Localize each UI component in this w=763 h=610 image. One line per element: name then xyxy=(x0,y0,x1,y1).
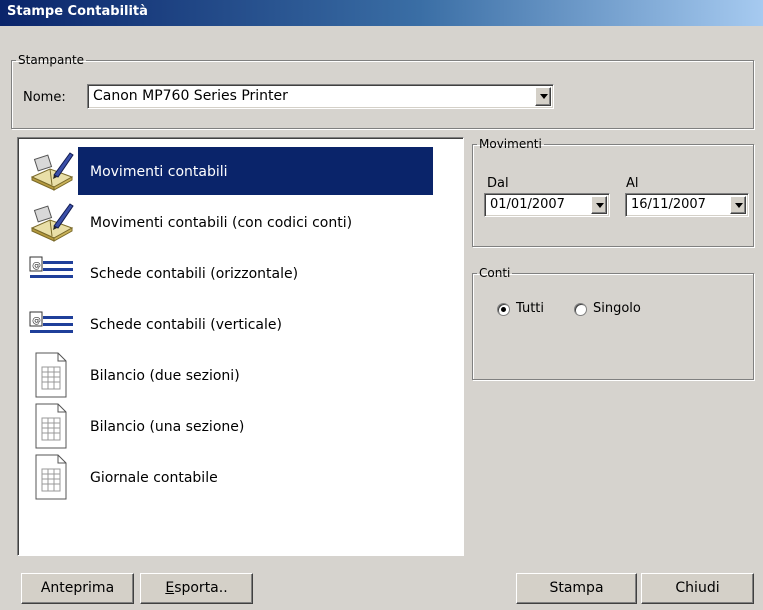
movimenti-group-label: Movimenti xyxy=(479,137,542,151)
list-item-bilancio-due-sezioni[interactable]: Bilancio (due sezioni) xyxy=(28,351,458,399)
close-button[interactable]: Chiudi xyxy=(641,573,754,604)
list-item-label: Movimenti contabili (con codici conti) xyxy=(90,215,353,231)
ledger-book-icon xyxy=(30,203,74,242)
print-button[interactable]: Stampa xyxy=(516,573,637,604)
svg-text:@: @ xyxy=(32,316,41,326)
preview-button-label: Anteprima xyxy=(40,580,115,596)
printer-select[interactable]: Canon MP760 Series Printer xyxy=(87,84,554,109)
print-button-label: Stampa xyxy=(549,580,604,596)
list-item-label: Bilancio (una sezione) xyxy=(90,419,245,435)
document-icon xyxy=(35,352,67,398)
from-date-label: Dal xyxy=(487,176,509,191)
printer-group-label: Stampante xyxy=(18,53,85,67)
chevron-down-icon[interactable] xyxy=(730,196,746,214)
to-date-picker[interactable]: 16/11/2007 xyxy=(625,193,749,217)
to-date-label: Al xyxy=(626,176,639,191)
list-item-schede-verticale[interactable]: @ Schede contabili (verticale) xyxy=(28,300,458,348)
export-accelerator: E xyxy=(165,580,175,596)
printer-name-label: Nome: xyxy=(23,90,66,105)
from-date-picker[interactable]: 01/01/2007 xyxy=(484,193,610,217)
conti-group-label: Conti xyxy=(479,266,511,280)
account-card-icon: @ xyxy=(29,256,73,278)
radio-singolo-label[interactable]: Singolo xyxy=(593,301,641,316)
radio-singolo[interactable] xyxy=(574,303,587,316)
radio-tutti[interactable] xyxy=(497,303,510,316)
movimenti-group: Movimenti xyxy=(472,137,754,247)
from-date-value: 01/01/2007 xyxy=(490,197,565,212)
list-item-movimenti-contabili-codici[interactable]: Movimenti contabili (con codici conti) xyxy=(28,198,458,246)
document-icon xyxy=(35,454,67,500)
window-title: Stampe Contabilità xyxy=(7,4,148,19)
export-button-label: sporta.. xyxy=(174,580,228,596)
chevron-down-icon[interactable] xyxy=(591,196,607,214)
title-bar: Stampe Contabilità xyxy=(0,0,763,26)
list-item-label: Movimenti contabili xyxy=(90,164,228,180)
list-item-giornale-contabile[interactable]: Giornale contabile xyxy=(28,453,458,501)
list-item-movimenti-contabili[interactable]: Movimenti contabili xyxy=(28,147,458,195)
list-item-label: Bilancio (due sezioni) xyxy=(90,368,240,384)
list-item-label: Giornale contabile xyxy=(90,470,218,486)
list-item-schede-orizzontale[interactable]: @ Schede contabili (orizzontale) xyxy=(28,249,458,297)
preview-button[interactable]: Anteprima xyxy=(21,573,134,604)
list-item-label: Schede contabili (orizzontale) xyxy=(90,266,299,282)
to-date-value: 16/11/2007 xyxy=(631,197,706,212)
report-list[interactable]: Movimenti contabili Movimenti contabili … xyxy=(17,137,464,556)
radio-tutti-label[interactable]: Tutti xyxy=(516,301,544,316)
list-item-bilancio-una-sezione[interactable]: Bilancio (una sezione) xyxy=(28,402,458,450)
chevron-down-icon[interactable] xyxy=(535,87,551,106)
ledger-book-icon xyxy=(30,152,74,191)
list-item-label: Schede contabili (verticale) xyxy=(90,317,282,333)
account-card-icon: @ xyxy=(29,311,73,333)
svg-text:@: @ xyxy=(32,261,41,271)
printer-select-value: Canon MP760 Series Printer xyxy=(93,88,288,104)
close-button-label: Chiudi xyxy=(675,580,720,596)
conti-group: Conti xyxy=(472,266,754,380)
export-button[interactable]: Esporta.. xyxy=(140,573,253,604)
document-icon xyxy=(35,403,67,449)
